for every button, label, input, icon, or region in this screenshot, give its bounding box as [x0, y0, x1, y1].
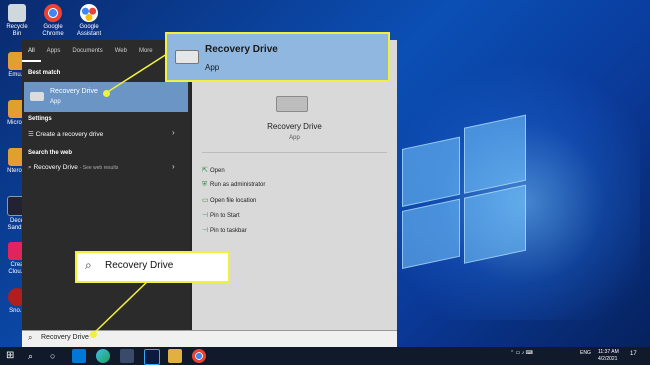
tray-icons[interactable]: ⌃ ▭ ♪ ⌨ [510, 350, 533, 356]
callout-recovery-drive-app: Recovery Drive App [165, 32, 390, 82]
notification-count[interactable]: 17 [630, 351, 637, 357]
connector-bottom [92, 278, 151, 335]
mail-icon[interactable] [72, 349, 86, 363]
clock-time[interactable]: 11:37 AM [598, 349, 619, 355]
file-explorer-icon[interactable] [168, 349, 182, 363]
callout-search-label: Recovery Drive [105, 260, 174, 271]
callout-dot [90, 331, 97, 338]
store-icon[interactable] [120, 349, 134, 363]
callout-search-text: ⌕ Recovery Drive [75, 251, 230, 283]
task-view-icon[interactable]: ○ [50, 349, 64, 363]
windows-start-icon[interactable]: ⊞ [6, 349, 20, 363]
clock-date[interactable]: 4/2/2021 [598, 356, 617, 362]
connector-top [105, 51, 171, 94]
search-icon: ⌕ [85, 258, 92, 272]
search-icon[interactable]: ⌕ [28, 349, 42, 363]
photoshop-icon[interactable] [144, 349, 160, 365]
language-indicator[interactable]: ENG [580, 350, 591, 356]
callout-dot [103, 90, 110, 97]
edge-icon[interactable] [96, 349, 110, 363]
chrome-icon[interactable] [192, 349, 206, 363]
callout-app-title: Recovery Drive [205, 44, 278, 55]
callout-app-subtitle: App [205, 63, 220, 72]
drive-icon [175, 50, 199, 64]
taskbar: ⊞ ⌕ ○ ⌃ ▭ ♪ ⌨ ENG 11:37 AM 4/2/2021 17 [0, 347, 650, 365]
